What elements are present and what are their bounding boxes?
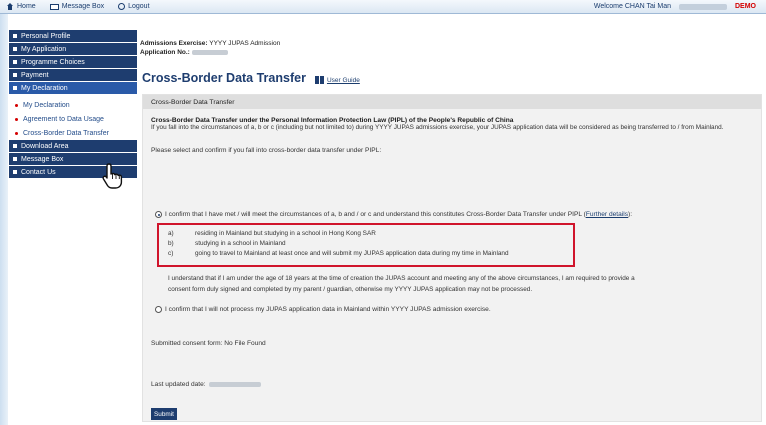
submitted-consent-form: Submitted consent form: No File Found xyxy=(151,340,266,347)
circumstance-text: residing in Mainland but studying in a s… xyxy=(195,230,376,237)
demo-badge: DEMO xyxy=(735,3,756,10)
bullet-icon xyxy=(13,73,17,77)
left-stripe xyxy=(0,14,8,425)
admissions-exercise-label: Admissions Exercise: xyxy=(140,40,208,47)
application-number: Application No.: xyxy=(140,48,762,57)
logout-label: Logout xyxy=(128,3,150,10)
bullet-icon xyxy=(15,131,18,135)
option-cross-border-text: I confirm that I have met / will meet th… xyxy=(165,211,586,218)
home-icon xyxy=(6,2,14,11)
option-cross-border-end: ): xyxy=(628,211,633,218)
sidebar-item-label: Personal Profile xyxy=(21,32,71,40)
hand-cursor-icon xyxy=(102,163,123,189)
last-updated-label: Last updated date: xyxy=(151,381,206,388)
top-bar: Home Message Box Logout Welcome CHAN Tai… xyxy=(0,0,766,14)
session-time-redacted xyxy=(679,3,727,10)
under-18-notice-line1: I understand that if I am under the age … xyxy=(168,275,635,282)
bullet-icon xyxy=(13,60,17,64)
circumstance-text: going to travel to Mainland at least onc… xyxy=(195,250,509,257)
admissions-exercise: Admissions Exercise: YYYY JUPAS Admissio… xyxy=(140,39,762,48)
page-title-row: Cross-Border Data Transfer User Guide xyxy=(142,71,360,85)
sidebar-item-label: Download Area xyxy=(21,142,69,150)
sidebar-subitem-label: My Declaration xyxy=(23,101,70,109)
option-no-cross-border-text: I confirm that I will not process my JUP… xyxy=(165,306,491,313)
circumstance-a: a) residing in Mainland but studying in a… xyxy=(168,230,376,237)
book-icon xyxy=(314,76,324,84)
admissions-exercise-value: YYYY JUPAS Admission xyxy=(209,40,281,47)
sidebar-item-label: Payment xyxy=(21,71,49,79)
logout-icon xyxy=(118,3,126,10)
submit-button[interactable]: Submit xyxy=(151,408,177,420)
sidebar-subitem-my-declaration[interactable]: My Declaration xyxy=(9,98,137,112)
under-18-notice-line2: consent form duly signed and completed b… xyxy=(168,286,533,293)
main-content: Admissions Exercise: YYYY JUPAS Admissio… xyxy=(140,30,762,422)
bullet-icon xyxy=(13,170,17,174)
circumstance-key: c) xyxy=(168,250,174,257)
message-box-label: Message Box xyxy=(61,3,105,10)
radio-cross-border-no[interactable] xyxy=(155,306,162,313)
sidebar-subitem-label: Cross-Border Data Transfer xyxy=(23,129,109,137)
bullet-icon xyxy=(15,103,18,107)
select-instruction: Please select and confirm if you fall in… xyxy=(151,146,382,154)
user-guide-label[interactable]: User Guide xyxy=(327,77,360,84)
sidebar-subitem-agreement-to-data-usage[interactable]: Agreement to Data Usage xyxy=(9,112,137,126)
sidebar-subitem-label: Agreement to Data Usage xyxy=(23,115,104,123)
declaration-panel: Cross-Border Data Transfer Cross-Border … xyxy=(142,94,762,422)
sidebar-item-label: My Application xyxy=(21,45,67,53)
option-no-cross-border-row[interactable]: I confirm that I will not process my JUP… xyxy=(155,306,491,313)
user-guide-link[interactable]: User Guide xyxy=(314,76,360,84)
logout-link[interactable]: Logout xyxy=(118,3,150,10)
sidebar-item-my-application[interactable]: My Application xyxy=(9,43,137,56)
bullet-icon xyxy=(15,117,18,121)
home-label: Home xyxy=(17,3,36,10)
option-cross-border-row[interactable]: I confirm that I have met / will meet th… xyxy=(155,211,632,218)
further-details-link[interactable]: Further details xyxy=(586,211,628,218)
sidebar: Personal Profile My Application Programm… xyxy=(9,30,137,179)
application-number-label: Application No.: xyxy=(140,49,190,56)
last-updated: Last updated date: xyxy=(151,381,261,388)
last-updated-date-redacted xyxy=(208,381,261,387)
sidebar-item-label: Message Box xyxy=(21,155,64,163)
circumstance-c: c) going to travel to Mainland at least o… xyxy=(168,250,509,257)
sidebar-item-programme-choices[interactable]: Programme Choices xyxy=(9,56,137,69)
sidebar-item-label: Programme Choices xyxy=(21,58,85,66)
panel-body: Cross-Border Data Transfer under the Per… xyxy=(143,117,761,154)
circumstance-b: b) studying in a school in Mainland xyxy=(168,240,286,247)
sidebar-subitem-cross-border-data-transfer[interactable]: Cross-Border Data Transfer xyxy=(9,126,137,140)
bullet-icon xyxy=(13,47,17,51)
sidebar-item-my-declaration[interactable]: My Declaration xyxy=(9,82,137,95)
radio-cross-border-yes[interactable] xyxy=(155,211,162,218)
bullet-icon xyxy=(13,144,17,148)
sidebar-item-label: My Declaration xyxy=(21,84,68,92)
page-title: Cross-Border Data Transfer xyxy=(142,71,306,85)
circumstance-key: b) xyxy=(168,240,174,247)
home-link[interactable]: Home xyxy=(6,2,36,11)
bullet-icon xyxy=(13,157,17,161)
sidebar-item-payment[interactable]: Payment xyxy=(9,69,137,82)
panel-heading: Cross-Border Data Transfer xyxy=(143,95,761,109)
mail-icon xyxy=(49,3,59,10)
sidebar-item-download-area[interactable]: Download Area xyxy=(9,140,137,153)
sidebar-item-personal-profile[interactable]: Personal Profile xyxy=(9,30,137,43)
sidebar-item-label: Contact Us xyxy=(21,168,56,176)
bullet-icon xyxy=(13,34,17,38)
welcome-text: Welcome CHAN Tai Man xyxy=(593,3,671,10)
bullet-icon xyxy=(13,86,17,90)
under-18-notice: I understand that if I am under the age … xyxy=(168,273,728,295)
circumstance-text: studying in a school in Mainland xyxy=(195,240,286,247)
circumstance-key: a) xyxy=(168,230,174,237)
pipl-intro-text: If you fall into the circumstances of a,… xyxy=(151,124,724,131)
pipl-title: Cross-Border Data Transfer under the Per… xyxy=(151,117,514,124)
message-box-link[interactable]: Message Box xyxy=(49,3,105,10)
application-number-redacted xyxy=(191,49,228,55)
